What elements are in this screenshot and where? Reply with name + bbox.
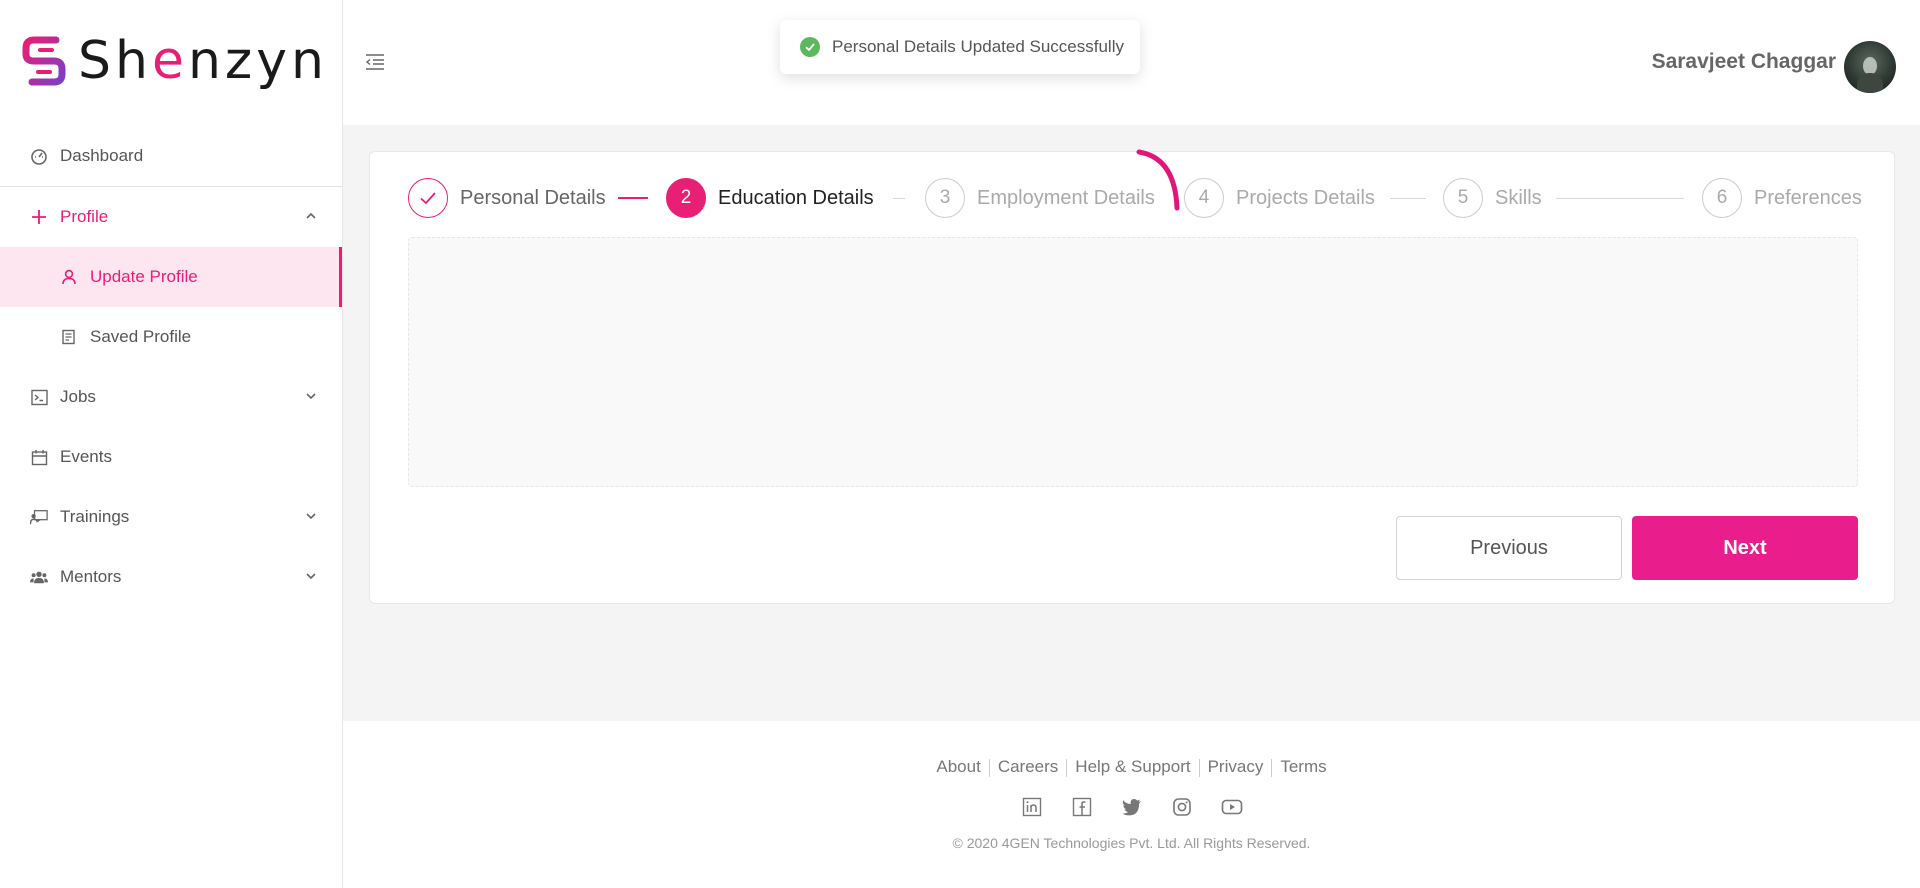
footer-link-terms[interactable]: Terms: [1280, 757, 1326, 777]
facebook-icon[interactable]: [1070, 795, 1094, 819]
step-label: Preferences: [1754, 186, 1862, 209]
step-label: Education Details: [718, 186, 874, 209]
divider: [1271, 759, 1273, 777]
plus-icon: [30, 208, 48, 226]
step-number: 5: [1443, 178, 1483, 218]
chevron-down-icon: [306, 573, 316, 580]
sidebar-item-events[interactable]: Events: [0, 427, 342, 487]
footer-link-privacy[interactable]: Privacy: [1208, 757, 1264, 777]
step-connector: [1556, 198, 1684, 199]
step-number: 6: [1702, 178, 1742, 218]
chevron-up-icon: [306, 212, 316, 219]
social-links: [343, 795, 1920, 819]
step-label: Employment Details: [977, 186, 1155, 209]
sidebar-item-label: Dashboard: [60, 146, 144, 165]
check-circle-icon: [800, 37, 820, 57]
step-number: 3: [925, 178, 965, 218]
sidebar-item-label: Update Profile: [90, 267, 198, 286]
step-content-area: [408, 237, 1858, 487]
stepper: Personal Details 2 Education Details 3 E…: [408, 177, 1862, 219]
sidebar-item-label: Events: [60, 447, 112, 466]
sidebar-item-label: Jobs: [60, 387, 96, 406]
linkedin-icon[interactable]: [1020, 795, 1044, 819]
calendar-icon: [30, 448, 48, 466]
footer-link-about[interactable]: About: [936, 757, 980, 777]
step-skills[interactable]: 5 Skills: [1443, 177, 1542, 219]
document-icon: [60, 328, 78, 346]
toast-message: Personal Details Updated Successfully: [832, 37, 1124, 56]
step-label: Personal Details: [460, 186, 606, 209]
sidebar: Shenzyn Dashboard Profile Update Profile: [0, 0, 343, 888]
footer: About Careers Help & Support Privacy Ter…: [343, 721, 1920, 888]
avatar[interactable]: [1844, 41, 1896, 93]
user-name[interactable]: Saravjeet Chaggar: [1652, 50, 1836, 74]
step-label: Skills: [1495, 186, 1542, 209]
logo-mark-icon: [22, 36, 66, 86]
profile-wizard-card: Personal Details 2 Education Details 3 E…: [369, 151, 1895, 604]
footer-link-careers[interactable]: Careers: [998, 757, 1058, 777]
sidebar-item-trainings[interactable]: Trainings: [0, 487, 342, 547]
brand-logo[interactable]: Shenzyn: [22, 34, 328, 88]
dashboard-icon: [30, 147, 48, 165]
success-toast: Personal Details Updated Successfully: [780, 20, 1140, 74]
sidebar-nav: Dashboard Profile Update Profile Saved P…: [0, 126, 342, 607]
brand-name: Shenzyn: [78, 31, 328, 91]
step-number: 2: [666, 178, 706, 218]
divider: [1066, 759, 1068, 777]
step-personal-details[interactable]: Personal Details: [408, 177, 606, 219]
twitter-icon[interactable]: [1120, 795, 1144, 819]
sidebar-item-update-profile[interactable]: Update Profile: [0, 247, 342, 307]
terminal-icon: [30, 388, 48, 406]
group-icon: [30, 568, 48, 586]
sidebar-item-dashboard[interactable]: Dashboard: [0, 126, 342, 186]
chevron-down-icon: [306, 513, 316, 520]
footer-link-help-support[interactable]: Help & Support: [1075, 757, 1190, 777]
avatar-body: [1857, 73, 1883, 93]
step-preferences[interactable]: 6 Preferences: [1702, 177, 1862, 219]
step-employment-details[interactable]: 3 Employment Details: [925, 177, 1155, 219]
loading-spinner-icon: [1136, 149, 1180, 211]
sidebar-item-saved-profile[interactable]: Saved Profile: [0, 307, 342, 367]
presentation-icon: [30, 508, 48, 526]
step-label: Projects Details: [1236, 186, 1375, 209]
sidebar-item-jobs[interactable]: Jobs: [0, 367, 342, 427]
step-connector: [1390, 198, 1426, 199]
menu-toggle-icon[interactable]: [365, 53, 385, 71]
check-icon: [408, 178, 448, 218]
instagram-icon[interactable]: [1170, 795, 1194, 819]
divider: [1198, 759, 1200, 777]
sidebar-item-label: Profile: [60, 207, 109, 226]
sidebar-item-profile[interactable]: Profile: [0, 187, 342, 247]
step-connector: [893, 198, 905, 199]
sidebar-item-label: Mentors: [60, 567, 122, 586]
step-projects-details[interactable]: 4 Projects Details: [1184, 177, 1375, 219]
user-icon: [60, 268, 78, 286]
step-connector: [618, 197, 648, 199]
previous-button[interactable]: Previous: [1396, 516, 1622, 580]
divider: [988, 759, 990, 777]
chevron-down-icon: [306, 393, 316, 400]
copyright-text: © 2020 4GEN Technologies Pvt. Ltd. All R…: [952, 835, 1311, 851]
sidebar-item-mentors[interactable]: Mentors: [0, 547, 342, 607]
youtube-icon[interactable]: [1220, 795, 1244, 819]
next-button[interactable]: Next: [1632, 516, 1858, 580]
sidebar-item-label: Saved Profile: [90, 327, 192, 346]
footer-links: About Careers Help & Support Privacy Ter…: [343, 757, 1920, 777]
sidebar-item-label: Trainings: [60, 507, 130, 526]
step-education-details[interactable]: 2 Education Details: [666, 177, 874, 219]
